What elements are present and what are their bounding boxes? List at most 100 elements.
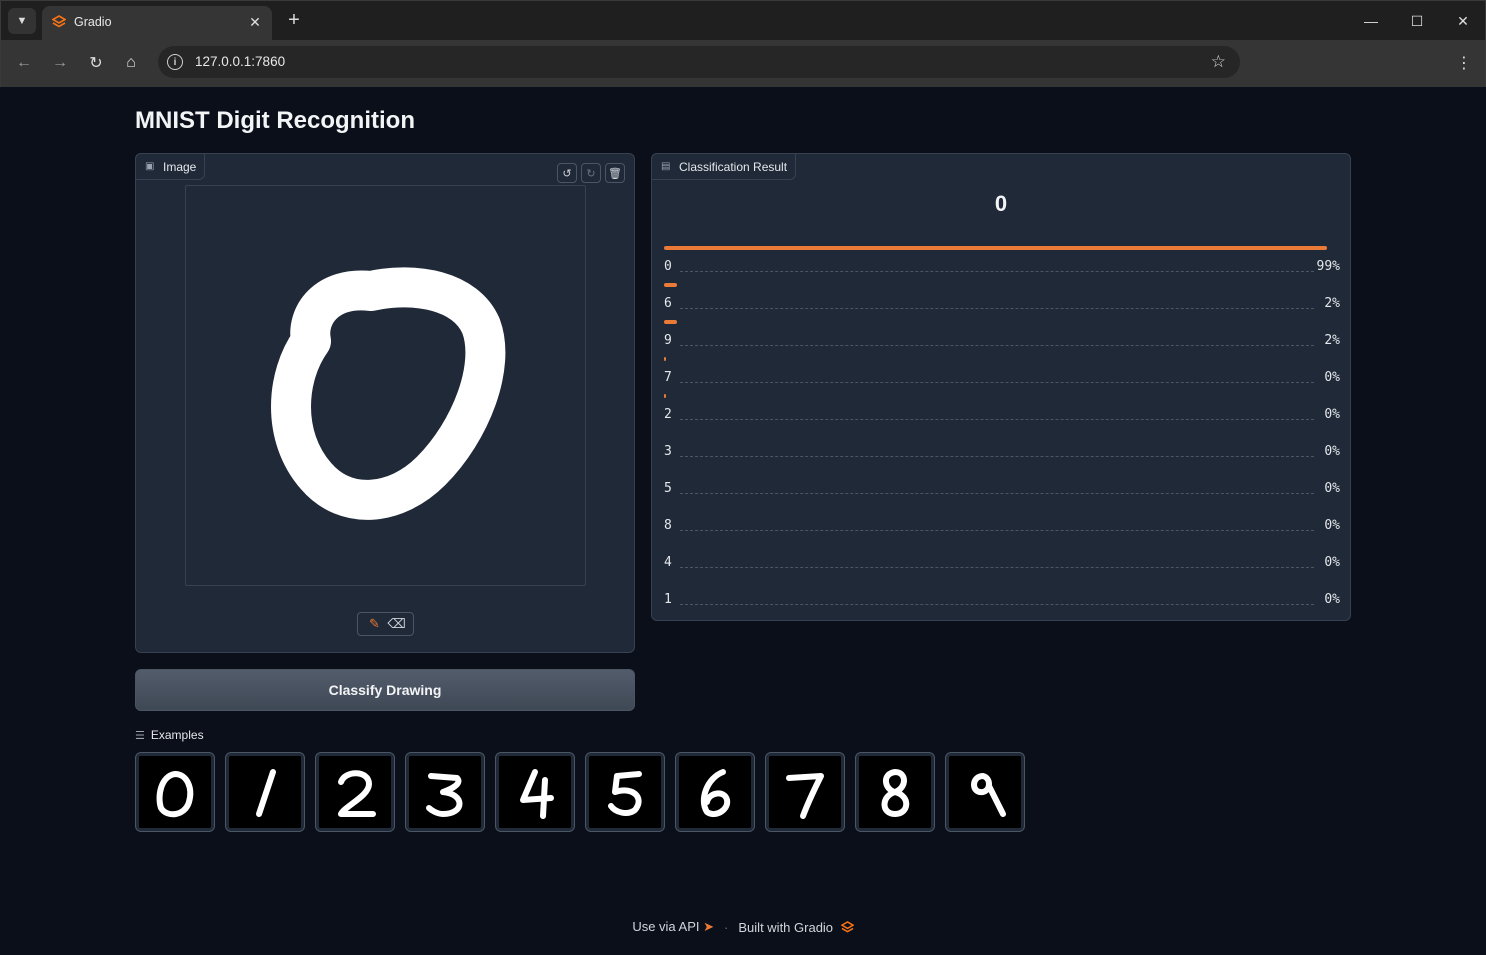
example-digit-image	[589, 756, 661, 828]
confidence-row: 8 0%	[664, 505, 1340, 542]
browser-menu-icon[interactable]: ⋮	[1456, 53, 1472, 73]
confidence-list: 0 99% 6 2% 9 2% 7 0% 2 0% 3 0% 5 0% 8 0% 4 0% 1 0%	[664, 246, 1340, 616]
confidence-label: 4	[664, 555, 672, 570]
image-sketchpad: ▣ Image ↺ ↻ 🗑 ✎ ⌫	[135, 153, 635, 653]
site-info-icon[interactable]: i	[167, 54, 183, 70]
drawing-canvas[interactable]	[185, 185, 586, 586]
confidence-label: 3	[664, 444, 672, 459]
dotted-leader	[680, 271, 1314, 272]
list-icon: ☰	[135, 729, 145, 742]
browser-toolbar: ← → ↻ ⌂ i 127.0.0.1:7860 ☆ ⋮	[0, 40, 1486, 87]
example-item-2[interactable]	[315, 752, 395, 832]
sketch-tools: ✎ ⌫	[357, 612, 414, 636]
address-bar[interactable]: i 127.0.0.1:7860 ☆	[158, 46, 1240, 78]
confidence-row: 0 99%	[664, 246, 1340, 283]
example-item-9[interactable]	[945, 752, 1025, 832]
example-digit-image	[859, 756, 931, 828]
dotted-leader	[680, 419, 1314, 420]
use-api-text: Use via API	[632, 919, 700, 934]
new-tab-icon[interactable]: +	[284, 10, 304, 30]
home-icon[interactable]: ⌂	[119, 51, 143, 75]
built-with-gradio-link[interactable]: Built with Gradio	[738, 919, 855, 935]
footer: Use via API ➤ · Built with Gradio	[1, 919, 1485, 935]
example-item-5[interactable]	[585, 752, 665, 832]
examples-header: ☰ Examples	[135, 728, 204, 742]
undo-icon[interactable]: ↺	[557, 163, 577, 183]
example-digit-image	[679, 756, 751, 828]
example-digit-image	[769, 756, 841, 828]
image-icon: ▣	[145, 160, 155, 172]
forward-icon[interactable]: →	[48, 51, 72, 75]
browser-tab-bar: ▼ Gradio ✕ + — ☐ ✕	[0, 0, 1486, 41]
close-window-icon[interactable]: ✕	[1440, 6, 1486, 36]
confidence-bar	[664, 320, 677, 324]
confidence-label: 2	[664, 407, 672, 422]
gradio-logo-icon	[840, 920, 855, 933]
confidence-row: 2 0%	[664, 394, 1340, 431]
dotted-leader	[680, 456, 1314, 457]
confidence-label: 0	[664, 259, 672, 274]
confidence-bar	[664, 246, 1327, 250]
dotted-leader	[680, 530, 1314, 531]
confidence-percent: 0%	[1324, 555, 1340, 570]
dotted-leader	[680, 493, 1314, 494]
result-label-text: Classification Result	[679, 159, 788, 174]
tab-title: Gradio	[74, 15, 112, 29]
confidence-row: 6 2%	[664, 283, 1340, 320]
example-digit-image	[319, 756, 391, 828]
example-item-1[interactable]	[225, 752, 305, 832]
maximize-icon[interactable]: ☐	[1394, 6, 1440, 36]
example-digit-image	[949, 756, 1021, 828]
use-api-link[interactable]: Use via API ➤	[632, 919, 714, 935]
image-block-label: ▣ Image	[135, 153, 206, 180]
confidence-percent: 0%	[1324, 592, 1340, 607]
confidence-label: 9	[664, 333, 672, 348]
confidence-row: 1 0%	[664, 579, 1340, 616]
result-block-label: ▤ Classification Result	[651, 153, 797, 180]
examples-label: Examples	[150, 728, 204, 742]
reload-icon[interactable]: ↻	[84, 51, 108, 75]
confidence-label: 6	[664, 296, 672, 311]
confidence-row: 7 0%	[664, 357, 1340, 394]
example-item-6[interactable]	[675, 752, 755, 832]
example-item-7[interactable]	[765, 752, 845, 832]
confidence-percent: 0%	[1324, 518, 1340, 533]
brush-icon[interactable]: ✎	[367, 616, 383, 632]
example-digit-image	[229, 756, 301, 828]
dotted-leader	[680, 382, 1314, 383]
chart-icon: ▤	[661, 160, 671, 172]
confidence-percent: 0%	[1324, 370, 1340, 385]
example-item-8[interactable]	[855, 752, 935, 832]
confidence-bar	[664, 283, 677, 287]
confidence-percent: 2%	[1324, 333, 1340, 348]
minimize-icon[interactable]: —	[1348, 6, 1394, 36]
gradio-app: MNIST Digit Recognition ▣ Image ↺ ↻ 🗑 ✎ …	[1, 87, 1485, 954]
redo-icon[interactable]: ↻	[581, 163, 601, 183]
gradio-logo-icon	[52, 15, 66, 28]
classification-result: ▤ Classification Result 0 0 99% 6 2% 9 2% 7 0% 2…	[651, 153, 1351, 621]
confidence-label: 5	[664, 481, 672, 496]
url-text[interactable]: 127.0.0.1:7860	[195, 54, 285, 69]
example-digit-image	[409, 756, 481, 828]
examples-gallery	[135, 752, 1025, 832]
dotted-leader	[680, 345, 1314, 346]
example-item-0[interactable]	[135, 752, 215, 832]
eraser-icon[interactable]: ⌫	[387, 616, 405, 632]
example-item-3[interactable]	[405, 752, 485, 832]
confidence-bar	[664, 394, 666, 398]
separator: ·	[724, 919, 729, 935]
back-icon[interactable]: ←	[12, 51, 36, 75]
trash-icon[interactable]: 🗑	[605, 163, 625, 183]
example-item-4[interactable]	[495, 752, 575, 832]
classify-button[interactable]: Classify Drawing	[135, 669, 635, 711]
confidence-percent: 0%	[1324, 444, 1340, 459]
bookmark-star-icon[interactable]: ☆	[1211, 52, 1226, 72]
example-digit-image	[139, 756, 211, 828]
confidence-row: 3 0%	[664, 431, 1340, 468]
close-tab-icon[interactable]: ✕	[246, 13, 264, 31]
confidence-label: 8	[664, 518, 672, 533]
tab-search-button[interactable]: ▼	[8, 8, 36, 34]
browser-tab[interactable]: Gradio ✕	[42, 6, 272, 41]
built-with-text: Built with Gradio	[738, 919, 834, 935]
rocket-icon: ➤	[703, 919, 715, 934]
